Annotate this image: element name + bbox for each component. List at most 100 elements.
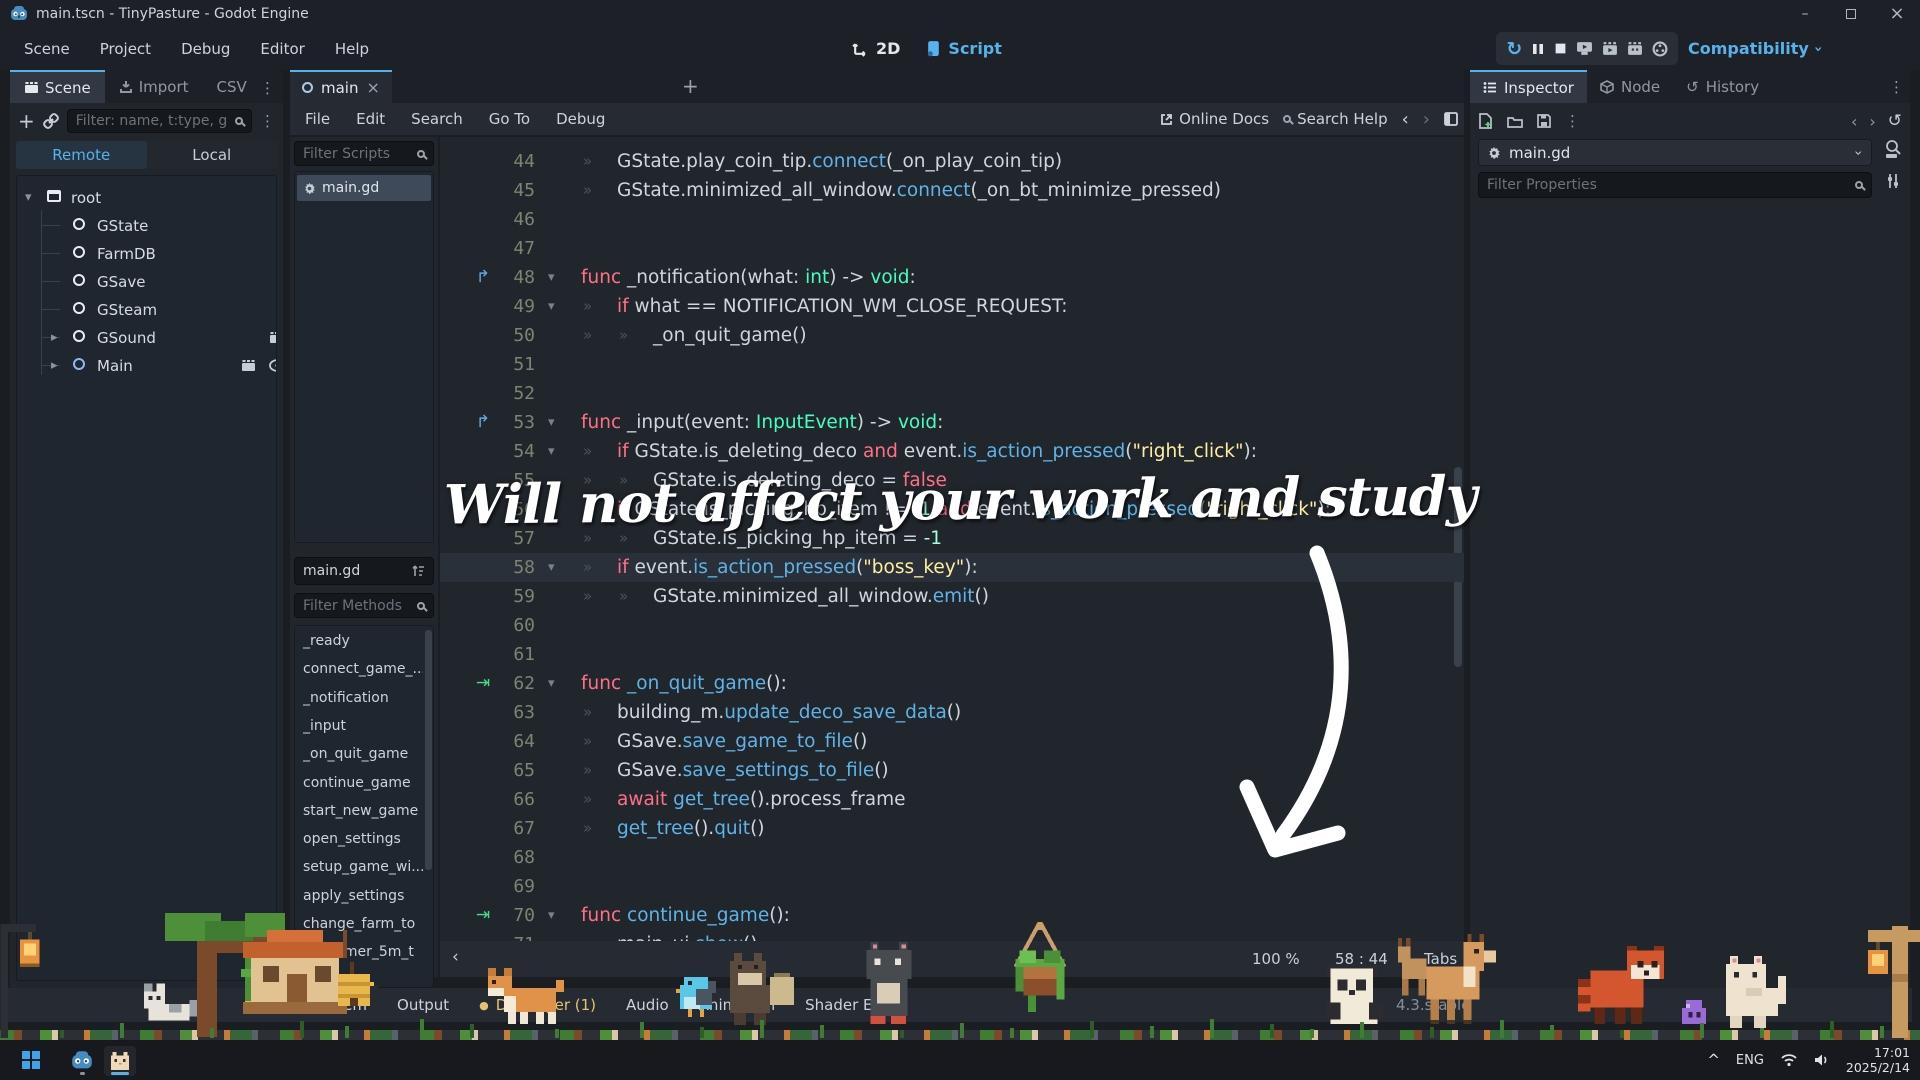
tray-expand-icon[interactable]: ^: [1707, 1051, 1720, 1069]
fold-icon[interactable]: ▾: [548, 263, 568, 292]
tree-row-gsteam[interactable]: GSteam: [17, 296, 276, 323]
load-resource-icon[interactable]: [1507, 115, 1523, 128]
code-line[interactable]: 54▾»if GState.is_deleting_deco and event…: [440, 437, 1464, 466]
method-item[interactable]: connect_game_...: [303, 656, 423, 682]
code-line[interactable]: ⇥70▾func continue_game():: [440, 901, 1464, 930]
taskbar-clock[interactable]: 17:01 2025/2/14: [1846, 1045, 1910, 1075]
wifi-icon[interactable]: [1780, 1053, 1798, 1067]
pause-button[interactable]: [1531, 42, 1545, 56]
script-menu-search[interactable]: Search: [402, 108, 472, 130]
method-item[interactable]: _on_quit_game: [303, 741, 423, 767]
play-scene-button[interactable]: [1602, 41, 1618, 56]
language-indicator[interactable]: ENG: [1736, 1053, 1764, 1068]
method-item[interactable]: apply_settings: [303, 883, 423, 909]
eye-icon[interactable]: [269, 358, 277, 376]
taskbar-godot-icon[interactable]: [66, 1046, 98, 1076]
history-forward-button[interactable]: ›: [1423, 109, 1430, 130]
bottom-tab-audio[interactable]: Audio: [626, 996, 669, 1014]
code-line[interactable]: 44»GState.play_coin_tip.connect(_on_play…: [440, 147, 1464, 176]
save-icon[interactable]: [1537, 114, 1551, 128]
method-sort-box[interactable]: main.gd: [294, 557, 434, 585]
local-tab[interactable]: Local: [147, 141, 278, 169]
tree-row-farmdb[interactable]: FarmDB: [17, 240, 276, 267]
close-tab-icon[interactable]: ×: [366, 78, 379, 97]
property-tools-icon[interactable]: [1885, 173, 1901, 189]
close-button[interactable]: ×: [1874, 0, 1920, 27]
code-line[interactable]: 49▾»if what == NOTIFICATION_WM_CLOSE_REQ…: [440, 292, 1464, 321]
fold-icon[interactable]: ▾: [548, 408, 568, 437]
script-menu-file[interactable]: File: [296, 108, 339, 130]
collapse-down-icon[interactable]: ▾: [25, 190, 32, 205]
menu-project[interactable]: Project: [90, 36, 161, 62]
code-line[interactable]: ↱48▾func _notification(what: int) -> voi…: [440, 263, 1464, 292]
method-item[interactable]: start_new_game: [303, 798, 423, 824]
open-docs-icon[interactable]: [1884, 139, 1902, 159]
code-line[interactable]: 51: [440, 350, 1464, 379]
resource-menu-icon[interactable]: ⋮: [1565, 112, 1580, 130]
menu-debug[interactable]: Debug: [171, 36, 240, 62]
play-custom-scene-button[interactable]: [1627, 41, 1643, 56]
search-help-button[interactable]: Search Help: [1283, 110, 1388, 128]
tab-csv[interactable]: CSV: [203, 70, 261, 103]
script-menu-go-to[interactable]: Go To: [480, 108, 539, 130]
tree-row-gstate[interactable]: GState: [17, 212, 276, 239]
object-selector-dropdown[interactable]: main.gd ›: [1478, 139, 1872, 166]
tree-row-gsound[interactable]: ▸GSound: [17, 324, 276, 351]
tree-row-main[interactable]: ▸Main: [17, 352, 276, 379]
zoom-level[interactable]: 100 %: [1252, 950, 1300, 968]
maximize-button[interactable]: [1828, 0, 1874, 27]
remote-debug-button[interactable]: [1576, 41, 1593, 56]
filter-properties-input[interactable]: Filter Properties: [1478, 172, 1872, 198]
menu-editor[interactable]: Editor: [250, 36, 314, 62]
tree-row-gsave[interactable]: GSave: [17, 268, 276, 295]
methods-scrollbar[interactable]: [425, 630, 432, 870]
mode-script-button[interactable]: Script: [926, 39, 1001, 58]
fold-icon[interactable]: ▾: [548, 901, 568, 930]
code-line[interactable]: 46: [440, 205, 1464, 234]
new-tab-button[interactable]: +: [682, 74, 699, 98]
collapse-right-icon[interactable]: ▸: [51, 358, 58, 373]
mode-2d-button[interactable]: 2D: [852, 39, 900, 58]
movie-maker-button[interactable]: [1652, 41, 1668, 57]
tree-row-root[interactable]: ▾root: [17, 184, 276, 211]
fold-icon[interactable]: ▾: [548, 292, 568, 321]
add-node-button[interactable]: +: [18, 109, 35, 133]
script-menu-edit[interactable]: Edit: [347, 108, 394, 130]
inspector-history-icon[interactable]: ↺: [1888, 111, 1902, 131]
tab-inspector[interactable]: Inspector: [1470, 70, 1587, 103]
bottom-tab-output[interactable]: Output: [397, 996, 449, 1014]
fold-icon[interactable]: ▾: [548, 669, 568, 698]
filter-scripts-input[interactable]: Filter Scripts: [294, 141, 434, 166]
instance-scene-button[interactable]: [43, 113, 59, 129]
script-list-item[interactable]: main.gd: [297, 175, 431, 201]
script-menu-debug[interactable]: Debug: [547, 108, 614, 130]
online-docs-button[interactable]: Online Docs: [1160, 110, 1269, 128]
method-item[interactable]: continue_game: [303, 770, 423, 796]
tab-import[interactable]: Import: [105, 70, 203, 103]
code-line[interactable]: 71»main_ui.show(): [440, 930, 1464, 941]
stop-button[interactable]: [1554, 42, 1567, 55]
method-item[interactable]: _ready: [303, 628, 423, 654]
start-button[interactable]: [22, 1051, 40, 1069]
new-resource-icon[interactable]: [1478, 113, 1493, 129]
tab-node[interactable]: Node: [1587, 70, 1673, 103]
filter-methods-input[interactable]: Filter Methods: [294, 593, 434, 618]
method-item[interactable]: _input: [303, 713, 423, 739]
tab-history[interactable]: ↺ History: [1673, 70, 1772, 103]
menu-scene[interactable]: Scene: [14, 36, 80, 62]
remote-tab[interactable]: Remote: [16, 141, 147, 169]
history-back-button[interactable]: ‹: [1402, 109, 1409, 130]
scene-filter-input[interactable]: Filter: name, t:type, g: [67, 109, 252, 133]
dock-menu-icon[interactable]: ⋮: [260, 79, 275, 97]
collapse-right-icon[interactable]: ▸: [51, 330, 58, 345]
panel-toggle-icon[interactable]: ‹: [452, 947, 459, 967]
inspector-menu-icon[interactable]: ⋮: [1889, 78, 1904, 96]
taskbar-tinypasture-icon[interactable]: [104, 1046, 136, 1076]
menu-help[interactable]: Help: [325, 36, 379, 62]
fold-icon[interactable]: ▾: [548, 437, 568, 466]
method-item[interactable]: _notification: [303, 685, 423, 711]
inspector-back-icon[interactable]: ‹: [1851, 112, 1857, 131]
code-line[interactable]: 52: [440, 379, 1464, 408]
inspector-forward-icon[interactable]: ›: [1869, 112, 1875, 131]
script-tab-main[interactable]: main ×: [290, 70, 392, 103]
